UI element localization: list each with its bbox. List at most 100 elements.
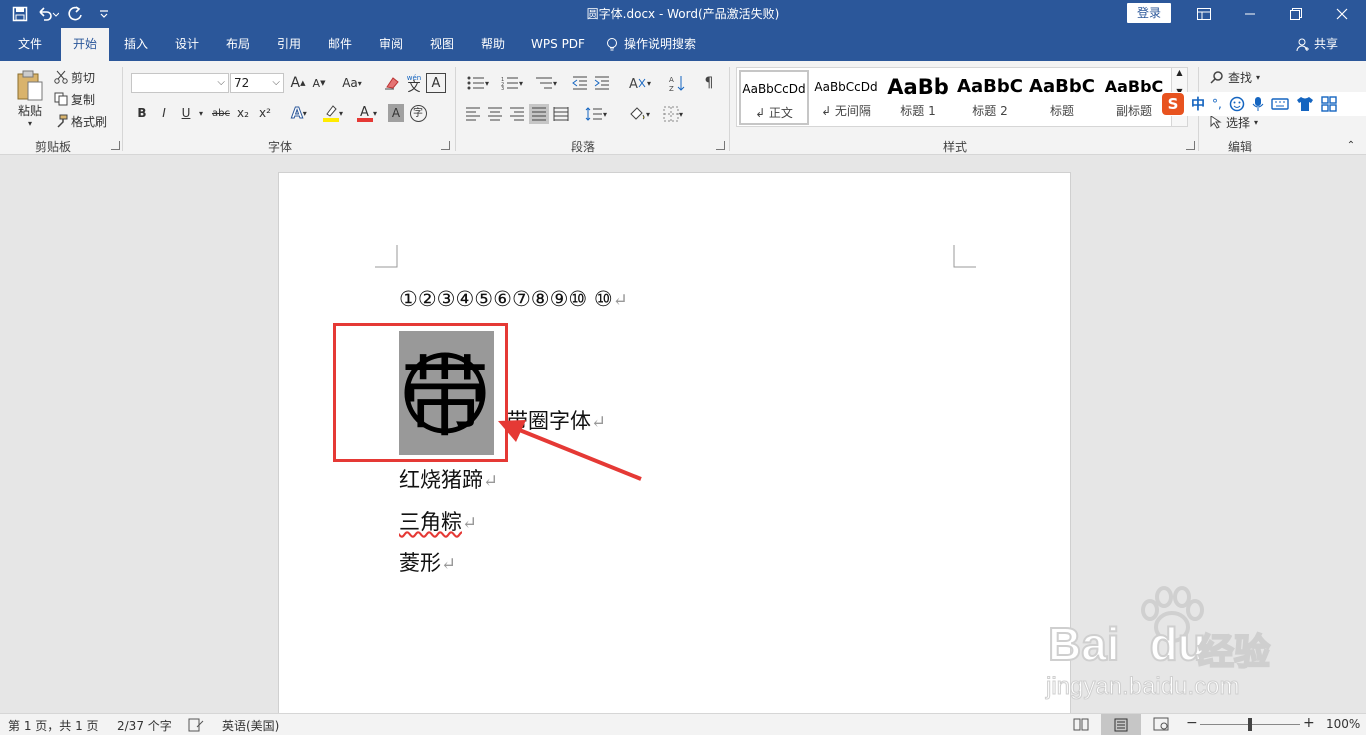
tab-references[interactable]: 引用 [267, 28, 311, 61]
zoom-out-button[interactable]: − [1186, 715, 1198, 731]
cut-button[interactable]: 剪切 [54, 67, 95, 87]
chevron-up-icon[interactable]: ▲ [1172, 68, 1187, 77]
tell-me-search[interactable]: 操作说明搜索 [606, 28, 722, 61]
microphone-icon[interactable] [1252, 96, 1264, 112]
tab-wps-pdf[interactable]: WPS PDF [522, 28, 594, 61]
zoom-slider-thumb[interactable] [1248, 718, 1252, 731]
borders-icon[interactable]: ▾ [658, 104, 688, 124]
font-name-combo[interactable]: ⌵ [131, 73, 229, 93]
increase-indent-icon[interactable] [592, 73, 612, 93]
ribbon-display-options-icon[interactable] [1181, 0, 1227, 28]
style-heading-1[interactable]: AaBb 标题 1 [883, 70, 953, 125]
text-effects-icon[interactable]: A ▾ [284, 103, 314, 123]
line-spacing-icon[interactable]: ▾ [581, 104, 611, 124]
read-mode-icon[interactable] [1073, 717, 1089, 731]
decrease-indent-icon[interactable] [570, 73, 590, 93]
page-count[interactable]: 第 1 页，共 1 页 [8, 717, 99, 734]
style-title[interactable]: AaBbC 标题 [1027, 70, 1097, 125]
toolbox-grid-icon[interactable] [1321, 96, 1337, 112]
tab-layout[interactable]: 布局 [216, 28, 260, 61]
underline-button[interactable]: U [177, 103, 195, 123]
zoom-level[interactable]: 100% [1326, 717, 1360, 731]
tab-help[interactable]: 帮助 [471, 28, 515, 61]
font-group-label: 字体 [267, 140, 292, 154]
chevron-down-icon[interactable]: ▾ [196, 103, 206, 123]
copy-button[interactable]: 复制 [54, 89, 95, 109]
italic-button[interactable]: I [155, 103, 173, 123]
minimize-icon[interactable] [1227, 0, 1273, 28]
tab-mailings[interactable]: 邮件 [318, 28, 362, 61]
superscript-button[interactable]: x² [256, 103, 274, 123]
tab-design[interactable]: 设计 [165, 28, 209, 61]
word-count[interactable]: 2/37 个字 [117, 717, 172, 734]
character-shading-icon[interactable]: A [388, 104, 404, 122]
restore-icon[interactable] [1273, 0, 1319, 28]
bold-button[interactable]: B [133, 103, 151, 123]
format-painter-button[interactable]: 格式刷 [54, 111, 107, 131]
zoom-in-button[interactable]: + [1303, 715, 1315, 731]
svg-text:Z: Z [669, 85, 674, 92]
change-case-button[interactable]: Aa ▾ [338, 73, 366, 93]
show-marks-icon[interactable]: ¶ [699, 73, 719, 93]
distributed-icon[interactable] [551, 104, 571, 124]
find-button[interactable]: 查找 ▾ [1210, 67, 1260, 87]
login-button[interactable]: 登录 [1127, 3, 1171, 23]
font-color-icon[interactable]: A ▾ [352, 103, 382, 123]
phonetic-guide-button[interactable]: wén 文 [404, 71, 424, 95]
print-layout-button[interactable] [1101, 714, 1141, 735]
justify-icon[interactable] [529, 104, 549, 124]
format-painter-label: 格式刷 [71, 114, 108, 129]
shrink-font-label: A [312, 76, 321, 90]
tab-file[interactable]: 文件 [8, 28, 52, 61]
character-border-icon[interactable]: A [426, 73, 446, 93]
asian-layout-icon[interactable]: A ▾ [624, 73, 656, 93]
ribbon-tabs: 文件 开始 插入 设计 布局 引用 邮件 审阅 视图 帮助 WPS PDF 操作… [0, 28, 1366, 61]
font-size-combo[interactable]: 72 ⌵ [230, 73, 284, 93]
document-page[interactable]: ①②③④⑤⑥⑦⑧⑨⑩ ⑩↵ 带 带圈字体↵ 红烧猪蹄↵ 三角粽↵ 菱形↵ [278, 172, 1071, 732]
strikethrough-button[interactable]: abc [210, 103, 232, 123]
skin-shirt-icon[interactable] [1296, 96, 1314, 112]
bullets-icon[interactable]: ▾ [463, 73, 493, 93]
multilevel-list-icon[interactable]: ▾ [531, 73, 561, 93]
highlight-color-icon[interactable]: ▾ [318, 103, 348, 123]
watermark-brand: Bai du [1047, 617, 1207, 671]
sort-icon[interactable]: AZ [667, 73, 687, 93]
clipboard-launcher-icon[interactable] [111, 141, 120, 150]
styles-launcher-icon[interactable] [1186, 141, 1195, 150]
numbering-icon[interactable]: 1 2 3 ▾ [497, 73, 527, 93]
clear-formatting-icon[interactable] [382, 73, 402, 93]
proofing-icon[interactable] [188, 718, 204, 732]
emoji-icon[interactable] [1229, 96, 1245, 112]
chevron-down-icon: ⌵ [272, 77, 280, 88]
align-left-icon[interactable] [463, 104, 483, 124]
shrink-font-button[interactable]: A ▼ [310, 73, 328, 93]
paste-label: 粘贴 [17, 104, 42, 118]
ime-punctuation-toggle[interactable]: °, [1212, 97, 1222, 111]
shading-icon[interactable]: ▾ [624, 104, 654, 124]
grow-font-button[interactable]: A ▲ [289, 73, 307, 93]
paste-button[interactable]: 粘贴 ▾ [12, 67, 48, 131]
style-no-spacing[interactable]: AaBbCcDd ↲ 无间隔 [811, 70, 881, 125]
close-icon[interactable] [1319, 0, 1365, 28]
tab-insert[interactable]: 插入 [114, 28, 158, 61]
web-layout-icon[interactable] [1153, 717, 1169, 731]
style-normal[interactable]: AaBbCcDd ↲ 正文 [739, 70, 809, 125]
enclose-characters-button[interactable]: 字 [408, 103, 428, 123]
collapse-ribbon-icon[interactable]: ⌃ [1344, 139, 1358, 151]
keyboard-icon[interactable] [1271, 97, 1289, 111]
language-indicator[interactable]: 英语(美国) [222, 717, 279, 734]
style-heading-2[interactable]: AaBbC 标题 2 [955, 70, 1025, 125]
style-name: 标题 [1049, 104, 1074, 118]
share-button[interactable]: 共享 [1296, 28, 1338, 61]
font-launcher-icon[interactable] [441, 141, 450, 150]
tab-view[interactable]: 视图 [420, 28, 464, 61]
paragraph-launcher-icon[interactable] [716, 141, 725, 150]
ime-mode-toggle[interactable]: 中 [1191, 94, 1205, 114]
tab-home[interactable]: 开始 [61, 28, 109, 61]
align-center-icon[interactable] [485, 104, 505, 124]
style-subtitle[interactable]: AaBbC 副标题 [1099, 70, 1169, 125]
sogou-logo-icon[interactable]: S [1162, 93, 1184, 115]
tab-review[interactable]: 审阅 [369, 28, 413, 61]
align-right-icon[interactable] [507, 104, 527, 124]
subscript-button[interactable]: x₂ [234, 103, 252, 123]
